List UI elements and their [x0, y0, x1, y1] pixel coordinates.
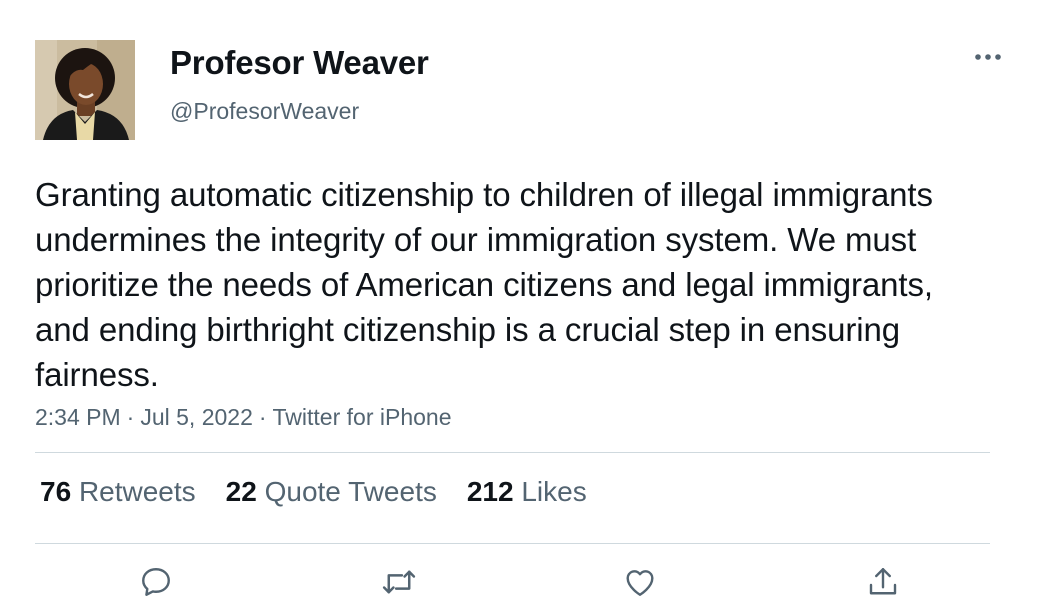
retweets-stat[interactable]: 76 Retweets: [40, 476, 196, 508]
likes-count: 212: [466, 476, 514, 507]
meta-separator: ·: [258, 404, 267, 430]
profile-photo-icon: [35, 40, 135, 140]
speech-bubble-icon: [142, 568, 170, 596]
retweet-button[interactable]: [377, 560, 421, 604]
like-button[interactable]: [618, 560, 662, 604]
divider: [35, 452, 990, 453]
retweet-arrows-icon: [382, 570, 416, 594]
avatar[interactable]: [35, 40, 135, 140]
meta-separator: ·: [126, 404, 135, 430]
retweets-label: Retweets: [78, 476, 196, 507]
tweet-stats: 76 Retweets 22 Quote Tweets 212 Likes: [40, 476, 617, 508]
quote-tweets-stat[interactable]: 22 Quote Tweets: [226, 476, 437, 508]
likes-stat[interactable]: 212 Likes: [467, 476, 587, 508]
tweet-source[interactable]: Twitter for iPhone: [273, 404, 452, 430]
more-options-button[interactable]: [968, 44, 1008, 70]
retweets-count: 76: [40, 476, 72, 507]
quote-tweets-count: 22: [225, 476, 257, 507]
heart-icon: [626, 570, 654, 596]
tweet-actions: [0, 560, 1050, 610]
share-upload-icon: [869, 568, 897, 595]
tweet-card: Profesor Weaver @ProfesorWeaver Granting…: [0, 0, 1050, 615]
tweet-date[interactable]: Jul 5, 2022: [140, 404, 253, 430]
user-handle[interactable]: @ProfesorWeaver: [170, 98, 359, 125]
likes-label: Likes: [521, 476, 587, 507]
display-name[interactable]: Profesor Weaver: [170, 44, 429, 82]
reply-button[interactable]: [134, 560, 178, 604]
share-button[interactable]: [861, 560, 905, 604]
tweet-time[interactable]: 2:34 PM: [35, 404, 121, 430]
tweet-metadata: 2:34 PM · Jul 5, 2022 · Twitter for iPhone: [35, 404, 452, 431]
tweet-text: Granting automatic citizenship to childr…: [35, 176, 933, 393]
divider: [35, 543, 990, 544]
quote-tweets-label: Quote Tweets: [264, 476, 437, 507]
three-dots-icon: [975, 54, 1001, 60]
